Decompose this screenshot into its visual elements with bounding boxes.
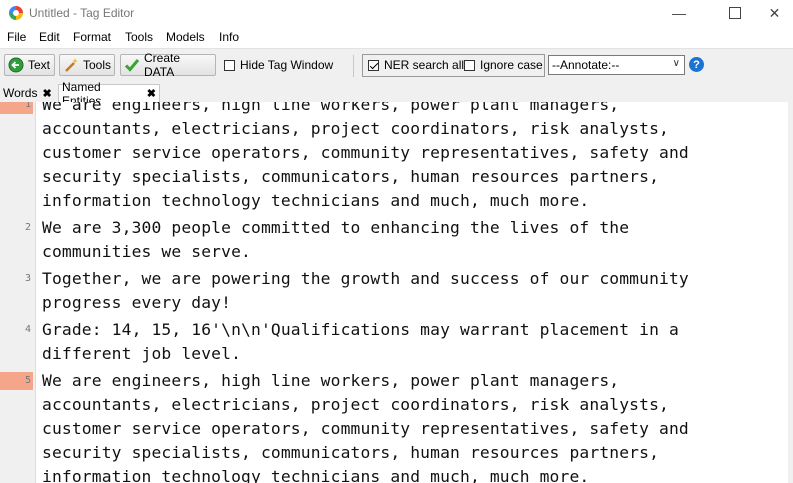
close-icon: ✕	[768, 4, 781, 21]
minimize-icon: —	[672, 5, 686, 21]
text-paragraph[interactable]: We are engineers, high line workers, pow…	[42, 369, 689, 483]
text-line: Together, we are powering the growth and…	[42, 269, 689, 288]
tab-named-entities[interactable]: Named Entities ✖	[58, 80, 160, 108]
menu-tools[interactable]: Tools	[125, 30, 153, 44]
menu-bar: File Edit Format Tools Models Info	[0, 27, 793, 47]
arrow-left-icon	[8, 57, 24, 73]
text-paragraph[interactable]: We are 3,300 people committed to enhanci…	[42, 216, 629, 264]
menu-file[interactable]: File	[7, 30, 26, 44]
text-editor[interactable]: 1 2 3 4 5 We are engineers, high line worker…	[0, 102, 793, 483]
tab-words-label: Words	[3, 86, 38, 100]
help-icon: ?	[693, 58, 700, 71]
menu-models[interactable]: Models	[166, 30, 205, 44]
text-line: communities we serve.	[42, 242, 251, 261]
text-line: progress every day!	[42, 293, 232, 312]
text-paragraph[interactable]: We are engineers, high line workers, pow…	[42, 102, 689, 213]
hide-tag-window-checkbox[interactable]: Hide Tag Window	[224, 58, 333, 72]
line-number: 4	[24, 324, 31, 335]
text-line: information technology technicians and m…	[42, 467, 590, 483]
toolbar: Text Tools Create DATA Hide Tag Window N…	[0, 48, 793, 83]
text-paragraph[interactable]: Grade: 14, 15, 16'\n\n'Qualifications ma…	[42, 318, 679, 366]
menu-info[interactable]: Info	[219, 30, 239, 44]
text-line: customer service operators, community re…	[42, 143, 689, 162]
hide-tag-window-box[interactable]	[224, 59, 235, 71]
text-line: customer service operators, community re…	[42, 419, 689, 438]
text-line: different job level.	[42, 344, 242, 363]
tools-button-label: Tools	[83, 58, 112, 72]
tab-bar: Words ✖ Named Entities ✖	[0, 80, 793, 108]
ignore-case-checkbox[interactable]: Ignore case	[464, 58, 543, 72]
text-line: We are 3,300 people committed to enhanci…	[42, 218, 630, 237]
window-title: Untitled - Tag Editor	[29, 6, 135, 20]
text-button-label: Text	[28, 58, 51, 72]
text-line: accountants, electricians, project coord…	[42, 395, 669, 414]
hide-tag-window-label: Hide Tag Window	[240, 58, 334, 72]
help-button[interactable]: ?	[689, 57, 704, 72]
line-number: 3	[24, 273, 31, 284]
line-number: 2	[24, 222, 31, 233]
toolbar-separator	[353, 55, 354, 77]
vertical-scrollbar[interactable]	[788, 102, 793, 483]
line-number: 5	[0, 372, 33, 390]
menu-format[interactable]: Format	[73, 30, 111, 44]
maximize-icon	[729, 7, 741, 19]
minimize-button[interactable]: —	[656, 0, 702, 26]
tools-button[interactable]: Tools	[59, 54, 115, 76]
text-line: security specialists, communicators, hum…	[42, 443, 660, 462]
annotate-dropdown[interactable]: --Annotate:-- ∨	[548, 55, 685, 75]
text-line: accountants, electricians, project coord…	[42, 119, 669, 138]
ignore-case-box[interactable]	[464, 59, 475, 71]
tab-words[interactable]: Words ✖	[0, 84, 58, 102]
annotate-selected-value: --Annotate:--	[552, 58, 620, 72]
chevron-down-icon: ∨	[672, 58, 680, 69]
create-data-button-label: Create DATA	[144, 51, 181, 79]
text-line: We are engineers, high line workers, pow…	[42, 371, 620, 390]
text-button[interactable]: Text	[4, 54, 55, 76]
menu-edit[interactable]: Edit	[39, 30, 60, 44]
title-bar: Untitled - Tag Editor — ✕	[0, 0, 793, 26]
text-line: We are engineers, high line workers, pow…	[42, 102, 620, 114]
text-paragraph[interactable]: Together, we are powering the growth and…	[42, 267, 689, 315]
ner-search-all-label: NER search all	[384, 58, 465, 72]
wand-icon	[63, 57, 79, 73]
line-number-gutter: 1 2 3 4 5	[0, 102, 36, 483]
ner-search-all-box[interactable]	[368, 59, 379, 71]
create-data-button[interactable]: Create DATA	[120, 51, 216, 79]
checkmark-icon	[124, 57, 140, 73]
text-line: Grade: 14, 15, 16'\n\n'Qualifications ma…	[42, 320, 679, 339]
text-line: information technology technicians and m…	[42, 191, 590, 210]
ignore-case-label: Ignore case	[480, 58, 543, 72]
text-line: security specialists, communicators, hum…	[42, 167, 660, 186]
line-number: 1	[0, 102, 33, 114]
close-tab-icon[interactable]: ✖	[42, 87, 51, 100]
close-button[interactable]: ✕	[756, 0, 793, 26]
app-logo-icon	[9, 6, 23, 20]
ner-search-all-checkbox[interactable]: NER search all	[368, 58, 464, 72]
maximize-button[interactable]	[712, 0, 758, 26]
close-tab-icon[interactable]: ✖	[147, 87, 156, 100]
